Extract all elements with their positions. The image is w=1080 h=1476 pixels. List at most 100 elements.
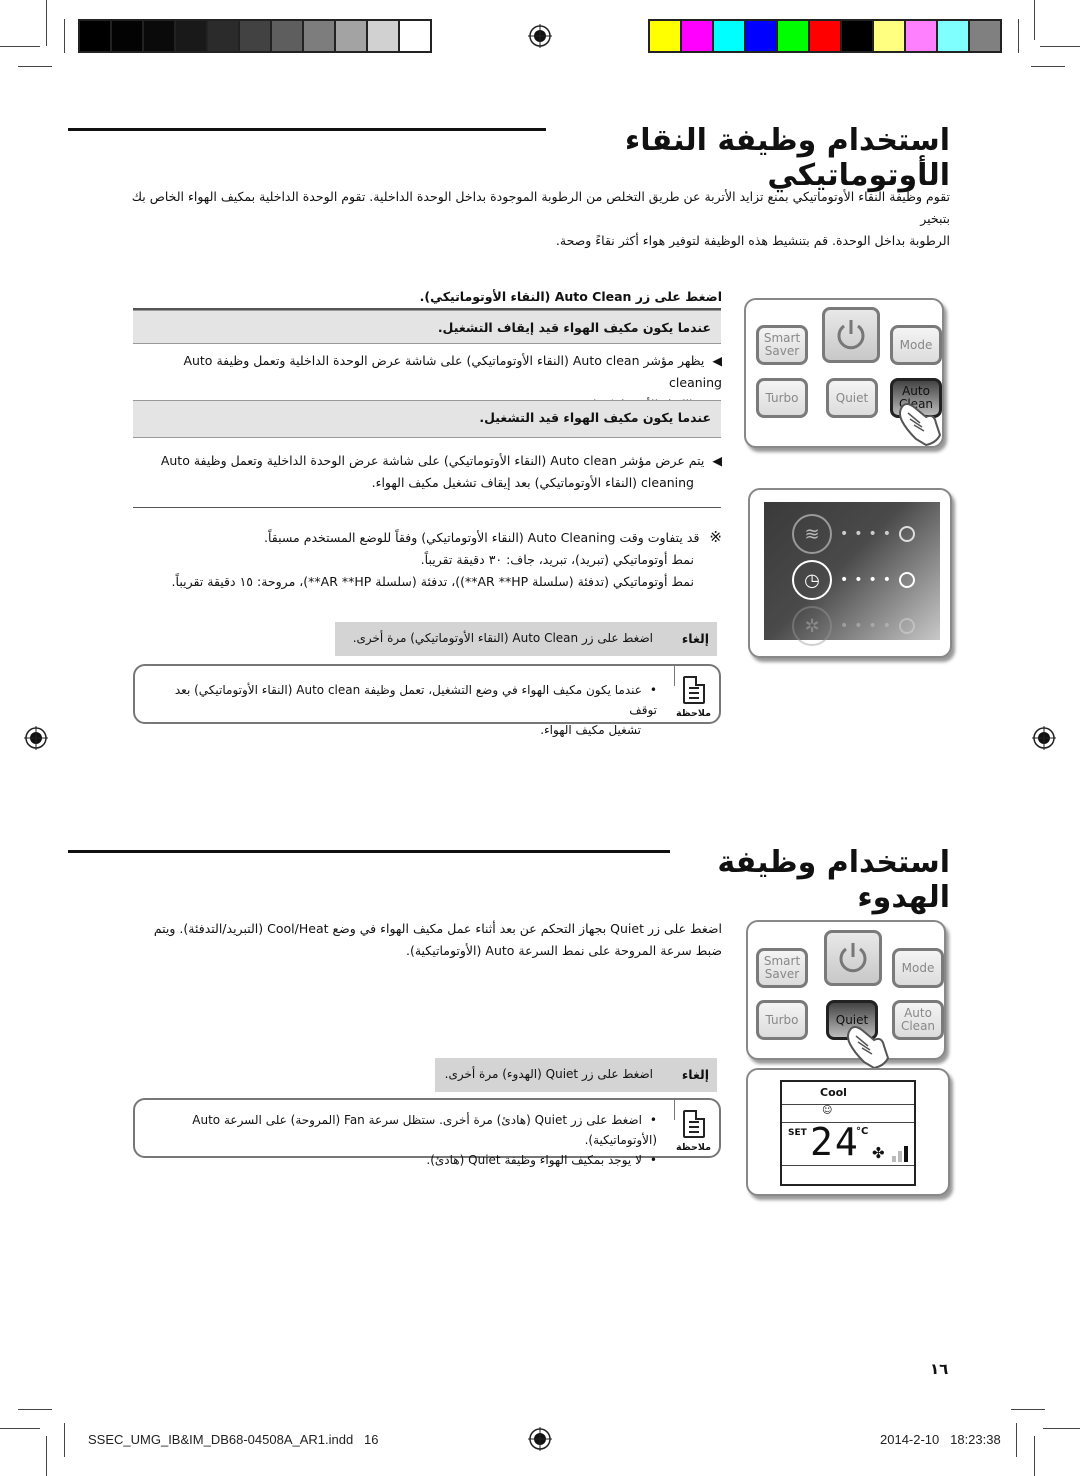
smart-saver-button[interactable]: Smart Saver <box>756 948 808 988</box>
section-title-auto-clean: استخدام وظيفة النقاء الأوتوماتيكي <box>624 123 951 193</box>
timer-icon: ◷ <box>792 560 832 600</box>
auto-clean-button[interactable]: Auto Clean <box>892 1000 944 1040</box>
power-button[interactable] <box>822 307 880 363</box>
indicator-light <box>899 618 916 634</box>
color-swatch <box>746 21 776 51</box>
note-document-icon <box>683 676 705 704</box>
page-number: ١٦ <box>930 1360 949 1378</box>
note-box: ملاحظة •عندما يكون مكيف الهواء في وضع ال… <box>133 664 721 737</box>
section-rule <box>68 850 670 853</box>
crop-mark <box>64 19 65 53</box>
color-swatch <box>112 21 142 51</box>
indicator-light <box>899 526 916 542</box>
color-swatch <box>176 21 206 51</box>
indicator-light <box>899 572 916 588</box>
color-swatch <box>970 21 1000 51</box>
crop-mark <box>0 1428 40 1429</box>
section-title-quiet: استخدام وظيفة الهدوء <box>717 845 950 915</box>
registration-mark-icon <box>1032 726 1056 750</box>
cancel-text: اضغط على زر Quiet (الهدوء) مرة أخرى. <box>444 1067 653 1081</box>
crop-mark <box>46 1436 47 1476</box>
note-separator <box>674 1098 675 1120</box>
color-swatch <box>874 21 904 51</box>
smart-saver-button[interactable]: Smart Saver <box>756 325 808 365</box>
airflow-icon: ≋ <box>792 514 832 554</box>
registration-mark-icon <box>528 24 552 48</box>
display-row-auto-clean: ✲ •••• <box>792 606 916 646</box>
remote-control-panel: Smart Saver Mode Turbo Quiet Auto Clean <box>744 298 944 448</box>
crop-mark <box>1018 19 1019 53</box>
note-label: ملاحظة <box>676 1142 711 1153</box>
section-rule <box>68 128 546 131</box>
quiet-intro-paragraph: اضغط على زر Quiet بجهاز التحكم عن بعد أث… <box>153 921 722 958</box>
fan-speed-bar <box>892 1156 896 1162</box>
press-instruction: اضغط على زر Auto Clean (النقاء الأوتومات… <box>419 289 722 304</box>
remark-symbol-icon: ※ <box>709 528 722 546</box>
auto-clean-icon: ✲ <box>792 606 832 646</box>
crop-mark <box>18 1409 52 1410</box>
turbo-button[interactable]: Turbo <box>756 378 808 418</box>
note-separator <box>674 664 675 686</box>
power-icon <box>839 943 867 973</box>
intro-line: تقوم وظيفة النقاء الأوتوماتيكي بمنع تزاي… <box>131 189 950 226</box>
crop-mark <box>1043 1428 1080 1429</box>
bullet-arrow-icon: ◀ <box>712 453 722 468</box>
case-on-heading: عندما يكون مكيف الهواء قيد التشغيل. <box>479 410 711 425</box>
lcd-temperature: 24 <box>810 1120 860 1164</box>
note-label: ملاحظة <box>676 708 711 719</box>
crop-mark <box>1016 1423 1017 1457</box>
cancel-label: إلغاء <box>681 631 709 646</box>
turbo-button[interactable]: Turbo <box>756 1000 808 1040</box>
lcd-mode: Cool <box>820 1086 847 1099</box>
note-item: •عندما يكون مكيف الهواء في وضع التشغيل، … <box>174 683 657 737</box>
indoor-unit-display: ≋ •••• ◷ •••• ✲ •••• <box>748 488 952 658</box>
color-swatch <box>272 21 302 51</box>
pressing-hand-icon <box>899 403 942 447</box>
crop-mark <box>1034 0 1035 40</box>
crop-mark <box>1011 1409 1045 1410</box>
quiet-mode-icon: ☺ <box>822 1105 833 1116</box>
crop-mark <box>46 0 47 46</box>
color-swatch <box>368 21 398 51</box>
lcd-unit: °C <box>856 1126 869 1137</box>
case-on-band: عندما يكون مكيف الهواء قيد التشغيل. <box>133 400 721 438</box>
cancel-instruction-box: إلغاء اضغط على زر Quiet (الهدوء) مرة أخر… <box>435 1058 717 1092</box>
footer-timestamp: 2014-2-10 18:23:38 <box>880 1432 1001 1447</box>
mode-button[interactable]: Mode <box>892 948 944 988</box>
cancel-label: إلغاء <box>681 1067 709 1082</box>
note-item: •اضغط على زر Quiet (هادئ) مرة أخرى. ستظل… <box>192 1113 657 1167</box>
footer-filename: SSEC_UMG_IB&IM_DB68-04508A_AR1.indd 16 <box>88 1432 379 1447</box>
cancel-text: اضغط على زر Auto Clean (النقاء الأوتومات… <box>352 631 653 645</box>
color-swatch <box>336 21 366 51</box>
crop-mark <box>18 66 52 67</box>
display-row-airflow: ≋ •••• <box>792 514 916 554</box>
color-swatch <box>650 21 680 51</box>
color-swatch <box>938 21 968 51</box>
power-button[interactable] <box>824 930 882 986</box>
lcd-screen: Cool ☺ SET 24 °C ✤ <box>780 1080 916 1186</box>
crop-mark <box>0 46 40 47</box>
registration-mark-icon <box>24 726 48 750</box>
note-box: ملاحظة •اضغط على زر Quiet (هادئ) مرة أخر… <box>133 1098 721 1167</box>
display-panel: ≋ •••• ◷ •••• ✲ •••• <box>764 502 940 646</box>
crop-mark <box>1040 46 1080 47</box>
crop-mark <box>1031 66 1065 67</box>
pressing-hand-icon <box>847 1026 890 1070</box>
color-swatch <box>778 21 808 51</box>
color-swatch <box>240 21 270 51</box>
color-swatch <box>208 21 238 51</box>
lcd-divider <box>782 1165 914 1166</box>
color-swatch <box>906 21 936 51</box>
bullet-arrow-icon: ◀ <box>712 353 722 368</box>
fan-speed-bar <box>898 1151 902 1162</box>
lcd-divider <box>782 1104 914 1105</box>
case-on-text: ◀يتم عرض مؤشر Auto clean (النقاء الأوتوم… <box>160 453 722 490</box>
quiet-button[interactable]: Quiet <box>826 378 878 418</box>
fan-speed-bars <box>892 1144 912 1162</box>
mode-button[interactable]: Mode <box>890 325 942 365</box>
color-swatch <box>80 21 110 51</box>
color-swatch <box>304 21 334 51</box>
color-swatch <box>144 21 174 51</box>
remote-control-panel: Smart Saver Mode Turbo Quiet Auto Clean <box>746 920 946 1070</box>
crop-mark <box>64 1423 65 1457</box>
